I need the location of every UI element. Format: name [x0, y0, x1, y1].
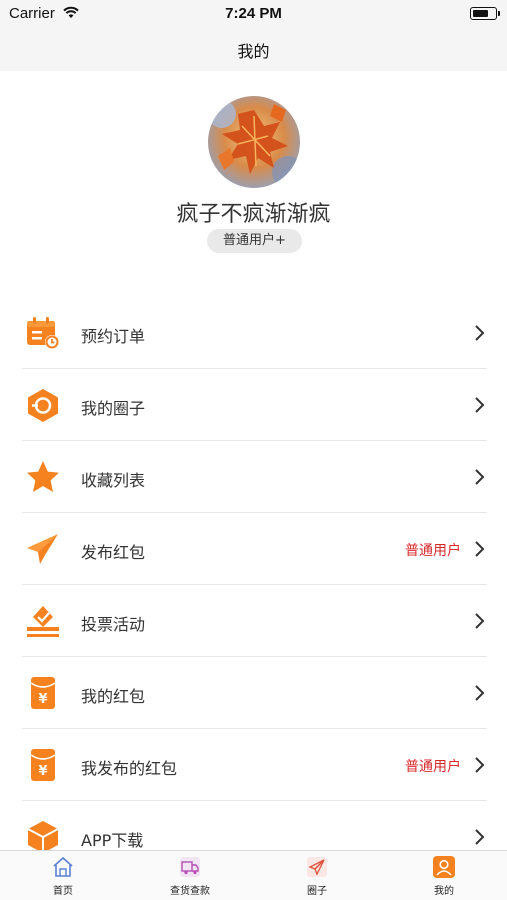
tab-track-goods-payment[interactable]: 查货查款 [127, 851, 253, 900]
battery-icon [470, 7, 500, 20]
red-envelope-icon: ¥ [30, 677, 56, 709]
menu-item-label: 收藏列表 [81, 471, 146, 490]
circle-hexagon-icon [28, 389, 58, 422]
menu-item-my-circles[interactable]: 我的圈子 [0, 369, 507, 441]
user-icon [433, 856, 455, 878]
user-level-badge: 普通用户+ [207, 229, 302, 253]
page-title: 我的 [237, 42, 270, 61]
profile-header: 疯子不疯渐渐疯 普通用户+ [0, 71, 507, 289]
chevron-right-icon [475, 469, 485, 485]
menu-item-label: 预约订单 [81, 327, 146, 346]
menu-item-label: 我的红包 [81, 687, 146, 706]
svg-text:¥: ¥ [38, 692, 47, 707]
ballot-box-icon [27, 606, 59, 637]
user-type-tag: 普通用户 [405, 759, 461, 775]
chevron-right-icon [475, 397, 485, 413]
menu-item-my-red-envelopes[interactable]: ¥ 我的红包 [0, 657, 507, 729]
status-bar: Carrier 7:24 PM [0, 0, 507, 28]
avatar-image [208, 96, 300, 188]
paper-plane-icon [307, 857, 327, 877]
tab-label: 查货查款 [170, 886, 210, 897]
user-type-tag: 普通用户 [405, 543, 461, 559]
battery-level [472, 9, 488, 17]
svg-text:¥: ¥ [38, 764, 47, 779]
tab-label: 首页 [53, 886, 73, 897]
chevron-right-icon [475, 613, 485, 629]
tab-circles[interactable]: 圈子 [254, 851, 380, 900]
menu-item-label: APP下载 [81, 831, 144, 850]
menu-item-favorites[interactable]: 收藏列表 [0, 441, 507, 513]
delivery-truck-icon [180, 857, 200, 877]
menu-item-voting-activities[interactable]: 投票活动 [0, 585, 507, 657]
menu-item-label: 我的圈子 [81, 399, 146, 418]
tab-mine[interactable]: 我的 [381, 851, 507, 900]
tab-home[interactable]: 首页 [0, 851, 126, 900]
avatar[interactable] [208, 96, 300, 188]
chevron-right-icon [475, 685, 485, 701]
nav-bar: 我的 [0, 28, 507, 71]
home-icon [53, 856, 73, 877]
tab-label: 圈子 [307, 886, 327, 897]
clock: 7:24 PM [225, 5, 282, 22]
calendar-clock-icon [27, 317, 59, 349]
tab-bar: 首页 查货查款 圈子 我的 [0, 850, 507, 900]
menu-item-label: 我发布的红包 [81, 759, 178, 778]
menu-item-label: 发布红包 [81, 543, 146, 562]
paper-plane-icon [27, 534, 58, 564]
chevron-right-icon [475, 757, 485, 773]
menu-list: 预约订单 我的圈子 收藏列表 发布红包 普通用户 投票活动 ¥ 我的红包 ¥ 我… [0, 297, 507, 873]
chevron-right-icon [475, 829, 485, 845]
menu-item-my-published-red-envelopes[interactable]: ¥ 我发布的红包 普通用户 [0, 729, 507, 801]
menu-item-appointment-orders[interactable]: 预约订单 [0, 297, 507, 369]
chevron-right-icon [475, 325, 485, 341]
tab-label: 我的 [434, 886, 454, 897]
star-icon [27, 461, 59, 492]
red-envelope-icon: ¥ [30, 749, 56, 781]
username: 疯子不疯渐渐疯 [176, 202, 331, 227]
menu-item-publish-red-envelope[interactable]: 发布红包 普通用户 [0, 513, 507, 585]
menu-item-label: 投票活动 [81, 615, 146, 634]
chevron-right-icon [475, 541, 485, 557]
